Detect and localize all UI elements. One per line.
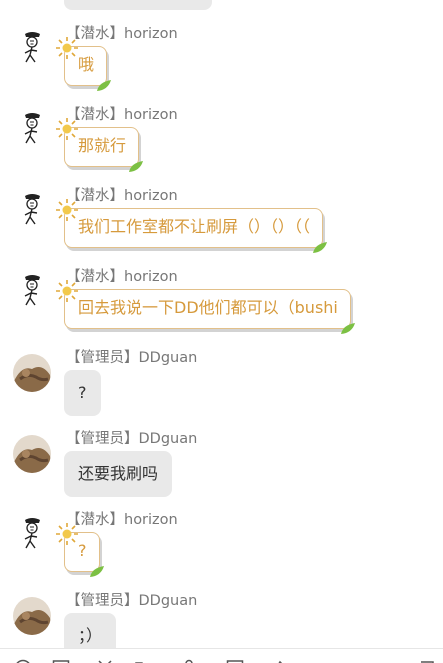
sender-name[interactable]: 【潜水】horizon <box>66 509 178 531</box>
message-bubble[interactable]: ；） <box>64 613 116 648</box>
photo-avatar-icon <box>12 434 52 474</box>
sender-name[interactable]: 【管理员】DDguan <box>66 428 197 450</box>
message-text: ? <box>78 383 87 402</box>
scissors-icon[interactable] <box>96 659 114 663</box>
message-text: 还要我刷吗 <box>78 464 158 483</box>
message-bubble[interactable]: 回去我说一下DD他们都可以（bushi <box>64 289 351 329</box>
message-row: 【管理员】DDguan ；） <box>0 590 443 648</box>
stick-figure-avatar-icon <box>12 272 52 312</box>
expand-icon[interactable] <box>418 659 436 663</box>
user-avatar[interactable] <box>12 272 52 312</box>
user-avatar[interactable] <box>12 596 52 636</box>
message-text: 那就行 <box>78 136 126 155</box>
user-avatar[interactable] <box>12 29 52 69</box>
mic-icon[interactable] <box>180 659 198 663</box>
message-bubble[interactable]: 我们工作室都不让刷屏（）（）（（ <box>64 208 323 248</box>
emoji-icon[interactable] <box>14 659 32 663</box>
sender-name[interactable]: 【潜水】horizon <box>66 185 178 207</box>
user-avatar[interactable] <box>12 434 52 474</box>
sun-icon <box>55 522 79 546</box>
sender-name[interactable]: 【潜水】horizon <box>66 266 178 288</box>
sender-name[interactable]: 【潜水】horizon <box>66 23 178 45</box>
message-row: 【潜水】horizon 我们工作室都不让刷屏（）（）（（ <box>0 185 443 266</box>
message-row: 【潜水】horizon 回去我说一下DD他们都可以（bushi <box>0 266 443 347</box>
more-icon[interactable] <box>270 659 288 663</box>
message-row: 【潜水】horizon 那就行 <box>0 104 443 185</box>
sender-name[interactable]: 【管理员】DDguan <box>66 590 197 612</box>
message-history-icon[interactable] <box>226 659 244 663</box>
sun-icon <box>55 279 79 303</box>
message-text: ? <box>78 541 87 560</box>
stick-figure-avatar-icon <box>12 191 52 231</box>
leaf-icon <box>96 79 112 93</box>
message-text: 回去我说一下DD他们都可以（bushi <box>78 298 338 317</box>
sender-name[interactable]: 【管理员】DDguan <box>66 347 197 369</box>
leaf-icon <box>128 160 144 174</box>
input-toolbar <box>0 648 443 663</box>
sun-icon <box>55 36 79 60</box>
message-bubble[interactable]: ? <box>64 370 101 416</box>
user-avatar[interactable] <box>12 515 52 555</box>
message-text: 哦 <box>78 55 94 74</box>
message-bubble-partial <box>64 0 212 10</box>
message-text: 我们工作室都不让刷屏（）（）（（ <box>78 217 310 236</box>
sun-icon <box>55 198 79 222</box>
message-row: 【潜水】horizon ? <box>0 509 443 590</box>
message-row: 【管理员】DDguan ? <box>0 347 443 428</box>
user-avatar[interactable] <box>12 191 52 231</box>
image-icon[interactable] <box>52 659 70 663</box>
message-bubble[interactable]: 还要我刷吗 <box>64 451 172 497</box>
stick-figure-avatar-icon <box>12 110 52 150</box>
chat-message-list[interactable]: 【潜水】horizon 哦 【潜水】horizon 那就行 <box>0 0 443 648</box>
leaf-icon <box>312 241 328 255</box>
stick-figure-avatar-icon <box>12 29 52 69</box>
sun-icon <box>55 117 79 141</box>
message-bubble[interactable]: ? <box>64 532 100 572</box>
message-row: 【管理员】DDguan 还要我刷吗 <box>0 428 443 509</box>
photo-avatar-icon <box>12 353 52 393</box>
message-bubble[interactable]: 那就行 <box>64 127 139 167</box>
user-avatar[interactable] <box>12 110 52 150</box>
sender-name[interactable]: 【潜水】horizon <box>66 104 178 126</box>
message-text: ；） <box>78 626 102 645</box>
stick-figure-avatar-icon <box>12 515 52 555</box>
leaf-icon <box>340 322 356 336</box>
message-row: 【潜水】horizon 哦 <box>0 23 443 104</box>
photo-avatar-icon <box>12 596 52 636</box>
folder-icon[interactable] <box>134 659 152 663</box>
message-bubble[interactable]: 哦 <box>64 46 107 86</box>
user-avatar[interactable] <box>12 353 52 393</box>
leaf-icon <box>89 565 105 579</box>
